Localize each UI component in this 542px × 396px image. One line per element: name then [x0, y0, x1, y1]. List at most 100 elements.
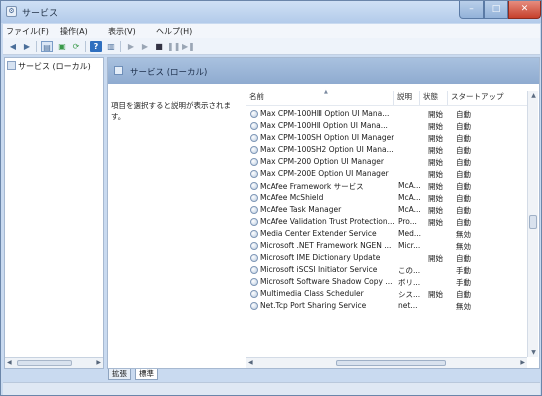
left-scroll-thumb[interactable]	[17, 360, 72, 366]
view-tabs: 拡張 標準	[108, 369, 308, 381]
status-bar	[3, 382, 540, 395]
service-name: Media Center Extender Service	[260, 229, 377, 238]
service-startup-type: 自動	[456, 158, 471, 167]
scroll-up-arrow-icon[interactable]: ▲	[529, 92, 538, 99]
minimize-button[interactable]: –	[459, 1, 484, 19]
service-row[interactable]: Microsoft iSCSI Initiator Service この... 手動	[246, 264, 534, 276]
gear-icon	[250, 170, 258, 178]
service-row[interactable]: Multimedia Class Scheduler シス... 開始 自動	[246, 288, 534, 300]
service-row[interactable]: Max CPM-100SH2 Option UI Mana... 開始 自動	[246, 144, 534, 156]
service-name: McAfee Framework サービス	[260, 182, 364, 191]
service-name: Multimedia Class Scheduler	[260, 289, 364, 298]
maximize-button[interactable]: □	[484, 1, 508, 19]
service-row[interactable]: McAfee Validation Trust Protection... Pro…	[246, 216, 534, 228]
service-startup-type: 手動	[456, 278, 471, 287]
service-row[interactable]: Media Center Extender Service Med... 無効	[246, 228, 534, 240]
menu-file[interactable]: ファイル(F)	[6, 26, 49, 37]
gear-icon	[250, 110, 258, 118]
toolbar-separator	[120, 41, 121, 52]
service-startup-type: 自動	[456, 110, 471, 119]
tab-extended[interactable]: 拡張	[108, 369, 131, 380]
menu-action[interactable]: 操作(A)	[60, 26, 88, 37]
service-status: 開始	[428, 122, 443, 131]
service-row[interactable]: Microsoft IME Dictionary Update 開始 自動	[246, 252, 534, 264]
service-startup-type: 無効	[456, 302, 471, 311]
column-header-name[interactable]: 名前	[246, 91, 394, 105]
service-startup-type: 自動	[456, 218, 471, 227]
service-description: net...	[398, 301, 418, 310]
service-row[interactable]: McAfee McShield McA... 開始 自動	[246, 192, 534, 204]
gear-icon	[250, 146, 258, 154]
horizontal-scrollbar[interactable]: ◀ ▶	[246, 357, 527, 368]
service-status: 開始	[428, 218, 443, 227]
forward-arrow-icon[interactable]: ▶	[21, 41, 33, 52]
vertical-scroll-thumb[interactable]	[529, 215, 537, 229]
tree-item-label: サービス (ローカル)	[18, 62, 91, 71]
service-row[interactable]: Net.Tcp Port Sharing Service net... 無効	[246, 300, 534, 312]
menu-help[interactable]: ヘルプ(H)	[156, 26, 192, 37]
gear-icon	[250, 242, 258, 250]
service-name: Max CPM-100SH2 Option UI Mana...	[260, 145, 394, 154]
gear-icon	[250, 254, 258, 262]
service-row[interactable]: Max CPM-100HⅡ Option UI Mana... 開始 自動	[246, 120, 534, 132]
service-name: McAfee Task Manager	[260, 205, 342, 214]
column-header-status[interactable]: 状態	[420, 91, 448, 105]
refresh-icon[interactable]: ⟳	[70, 41, 82, 52]
console-tree-icon[interactable]: ▤	[41, 41, 53, 52]
horizontal-scroll-thumb[interactable]	[336, 360, 446, 366]
gear-icon	[250, 278, 258, 286]
scroll-down-arrow-icon[interactable]: ▼	[529, 349, 538, 356]
restart-service-icon[interactable]: ▶❚	[182, 41, 195, 52]
service-row[interactable]: Max CPM-200E Option UI Manager 開始 自動	[246, 168, 534, 180]
service-row[interactable]: Microsoft .NET Framework NGEN ... Micr...…	[246, 240, 534, 252]
service-row[interactable]: McAfee Task Manager McA... 開始 自動	[246, 204, 534, 216]
detail-header: サービス (ローカル)	[108, 58, 539, 84]
toolbar-separator	[85, 41, 86, 52]
service-status: 開始	[428, 110, 443, 119]
service-startup-type: 自動	[456, 194, 471, 203]
scroll-right-arrow-icon[interactable]: ▶	[96, 359, 101, 366]
service-description: McA...	[398, 193, 421, 202]
scroll-left-arrow-icon[interactable]: ◀	[7, 359, 12, 366]
service-name: Net.Tcp Port Sharing Service	[260, 301, 367, 310]
tree-item-services-local[interactable]: サービス (ローカル)	[7, 61, 91, 73]
service-status: 開始	[428, 158, 443, 167]
properties-icon[interactable]: ▣	[56, 41, 68, 52]
menu-view[interactable]: 表示(V)	[108, 26, 136, 37]
start-service-icon[interactable]: ▶	[125, 41, 137, 52]
service-row[interactable]: McAfee Framework サービス McA... 開始 自動	[246, 180, 534, 192]
vertical-scrollbar[interactable]: ▲ ▼	[527, 91, 538, 357]
service-row[interactable]: Max CPM-100SH Option UI Manager 開始 自動	[246, 132, 534, 144]
services-detail-pane: サービス (ローカル) 項目を選択すると説明が表示されます。 名前 ▲ 説明 状…	[107, 57, 540, 369]
back-arrow-icon[interactable]: ◀	[7, 41, 19, 52]
tab-standard[interactable]: 標準	[135, 369, 158, 380]
left-horizontal-scrollbar[interactable]: ◀ ▶	[5, 357, 103, 368]
service-name: Max CPM-100HⅡ Option UI Mana...	[260, 121, 388, 130]
service-row[interactable]: Max CPM-100HⅢ Option UI Mana... 開始 自動	[246, 108, 534, 120]
close-button[interactable]: ✕	[508, 1, 541, 19]
sort-ascending-icon: ▲	[324, 89, 328, 95]
service-row[interactable]: Microsoft Software Shadow Copy ... ボリ... 手…	[246, 276, 534, 288]
column-header-description[interactable]: 説明	[394, 91, 420, 105]
service-status: 開始	[428, 146, 443, 155]
service-description: Micr...	[398, 241, 421, 250]
column-header-startup-type[interactable]: スタートアップ	[448, 91, 534, 105]
service-row[interactable]: Max CPM-200 Option UI Manager 開始 自動	[246, 156, 534, 168]
service-startup-type: 手動	[456, 266, 471, 275]
help-icon[interactable]: ?	[90, 41, 102, 52]
menu-bar: ファイル(F) 操作(A) 表示(V) ヘルプ(H)	[3, 24, 540, 38]
scroll-right-arrow-icon[interactable]: ▶	[520, 359, 525, 366]
service-status: 開始	[428, 170, 443, 179]
scroll-left-arrow-icon[interactable]: ◀	[248, 359, 253, 366]
show-hide-icon[interactable]: ▥	[105, 41, 117, 52]
start-service-icon-2[interactable]: ▶	[139, 41, 151, 52]
service-startup-type: 自動	[456, 254, 471, 263]
window-title: サービス	[22, 9, 59, 19]
service-status: 開始	[428, 182, 443, 191]
stop-service-icon[interactable]: ■	[153, 41, 165, 52]
service-description-text: 項目を選択すると説明が表示されます。	[111, 101, 231, 121]
title-bar[interactable]: ⚙ サービス – □ ✕	[1, 1, 541, 23]
gear-icon	[250, 122, 258, 130]
service-description: シス...	[398, 290, 421, 299]
pause-service-icon[interactable]: ❚❚	[167, 41, 180, 52]
